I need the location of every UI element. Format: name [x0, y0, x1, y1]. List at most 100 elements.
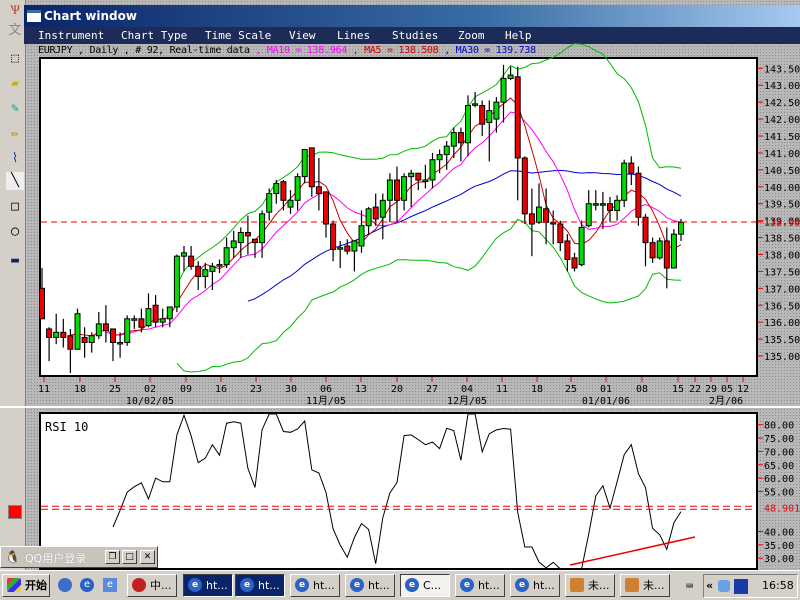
candle-body — [81, 336, 88, 343]
candle-body — [330, 223, 337, 250]
ie-icon: e — [240, 578, 254, 592]
date-tick-label: 06 — [320, 384, 332, 395]
candle-body — [95, 323, 102, 337]
tray-app-icon[interactable] — [734, 579, 748, 594]
candle-body — [599, 203, 606, 206]
taskbar-button-label: 未... — [643, 579, 665, 592]
candle-body — [621, 162, 628, 201]
candle-body — [181, 252, 187, 257]
candle-body — [614, 199, 621, 211]
restore-button[interactable]: ❐ — [105, 550, 120, 564]
media-player-icon[interactable] — [58, 578, 72, 592]
candle-body — [223, 247, 230, 266]
candle-body — [536, 206, 542, 223]
qq-login-window[interactable]: 🐧 QQ用户登录 ❐ □ ✕ — [0, 546, 158, 568]
candle-body — [308, 147, 315, 188]
date-tick-label: 25 — [109, 384, 121, 395]
candle-body — [294, 176, 301, 201]
taskbar-button[interactable]: 中... — [127, 574, 177, 597]
candle-body — [415, 172, 422, 181]
taskbar-button[interactable]: e ht... — [345, 574, 395, 597]
price-tick-label: 142.00 — [764, 115, 800, 126]
date-tick-label: 01 — [600, 384, 612, 395]
taskbar-button[interactable]: e ht... — [290, 574, 340, 597]
candle-body — [386, 179, 393, 201]
candle-body — [486, 110, 493, 123]
candle-body — [102, 323, 109, 332]
taskbar-button-label: 中... — [150, 579, 172, 592]
keyboard-icon[interactable]: ⌨ — [686, 579, 693, 593]
qq-penguin-icon: 🐧 — [5, 550, 20, 564]
rsi-tick-label: 75.00 — [764, 434, 794, 445]
candle-body — [550, 221, 557, 225]
date-tick-label: 30 — [285, 384, 297, 395]
price-tick-label: 142.50 — [764, 98, 800, 109]
expand-tray-icon[interactable]: « — [706, 579, 713, 592]
chart-app-icon — [570, 578, 584, 592]
start-button[interactable]: 开始 — [2, 574, 50, 597]
taskbar-button[interactable]: 未... — [565, 574, 615, 597]
candle-body — [457, 132, 464, 144]
close-button[interactable]: ✕ — [140, 550, 155, 564]
price-tick-label: 137.50 — [764, 267, 800, 278]
taskbar-button-label: 未... — [588, 579, 610, 592]
candle-body — [159, 318, 166, 323]
candle-body — [124, 318, 131, 343]
rsi-tick-label: 30.00 — [764, 554, 794, 565]
date-tick-label: 02 — [144, 384, 156, 395]
taskbar-button-label: ht... — [206, 579, 228, 592]
candle-body — [323, 191, 329, 225]
date-tick-label: 20 — [391, 384, 403, 395]
rsi-tick-label: 55.00 — [764, 487, 794, 498]
price-tick-label: 135.00 — [764, 352, 800, 363]
candle-body — [351, 240, 358, 252]
candle-body — [678, 221, 684, 235]
candle-body — [557, 223, 564, 244]
price-tick-label: 139.50 — [764, 200, 800, 211]
candle-body — [578, 226, 585, 266]
taskbar-button[interactable]: e C... — [400, 574, 450, 597]
candle-body — [301, 149, 308, 178]
price-tick-label: 135.50 — [764, 335, 800, 346]
taskbar-button[interactable]: e ht... — [510, 574, 560, 597]
candle-body — [408, 172, 415, 178]
candle-body — [507, 74, 514, 79]
price-tick-label: 138.00 — [764, 250, 800, 261]
ie-icon[interactable]: e — [80, 578, 94, 592]
candle-body — [372, 206, 379, 220]
candle-body — [152, 304, 159, 323]
taskbar-button[interactable]: 未... — [620, 574, 670, 597]
candle-body — [479, 105, 486, 125]
price-panel[interactable] — [39, 57, 758, 377]
taskbar-button[interactable]: e ht... — [455, 574, 505, 597]
candle-body — [500, 77, 507, 103]
ie-icon: e — [515, 578, 529, 592]
price-tick-label: 141.00 — [764, 149, 800, 160]
taskbar-button[interactable]: e ht... — [235, 574, 285, 597]
price-tick-label: 136.00 — [764, 318, 800, 329]
clock[interactable]: 16:58 — [762, 579, 794, 592]
candle-body — [273, 182, 280, 195]
month-label: 12月/05 — [447, 395, 487, 407]
candle-body — [280, 181, 287, 201]
candle-body — [195, 265, 202, 277]
network-icon[interactable] — [718, 580, 730, 592]
date-tick-label: 29 — [705, 384, 717, 395]
date-tick-label: 09 — [180, 384, 192, 395]
candle-body — [230, 240, 237, 249]
ie-icon: e — [295, 578, 309, 592]
outlook-icon[interactable]: e — [103, 578, 117, 592]
app-icon — [132, 578, 146, 592]
maximize-button[interactable]: □ — [122, 550, 137, 564]
date-tick-label: 08 — [636, 384, 648, 395]
rsi-tick-label: 70.00 — [764, 447, 794, 458]
taskbar-button[interactable]: e ht... — [183, 574, 233, 597]
candle-body — [216, 264, 223, 267]
candle-body — [592, 203, 599, 206]
candle-body — [53, 331, 60, 338]
candle-body — [287, 199, 294, 208]
date-tick-label: 18 — [74, 384, 86, 395]
candle-body — [635, 172, 642, 218]
price-tick-label: 143.50 — [764, 64, 800, 75]
candle-body — [344, 245, 351, 252]
